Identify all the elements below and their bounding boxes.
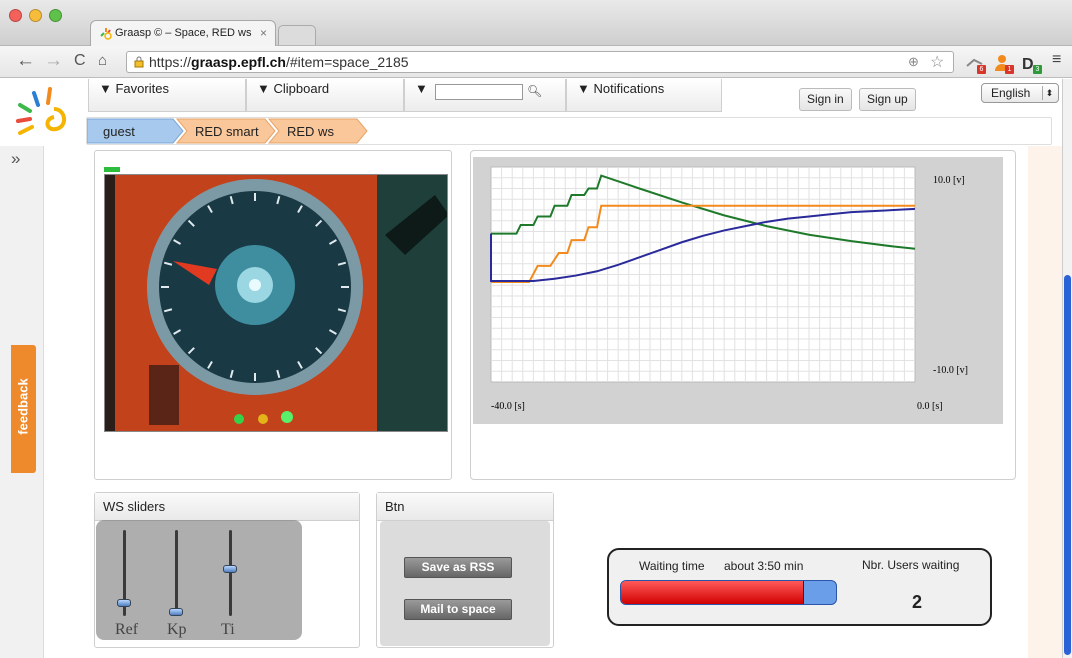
minimize-window-button[interactable] bbox=[29, 9, 42, 22]
clipboard-label: ▼ Clipboard bbox=[257, 81, 330, 96]
slider-label-ref: Ref bbox=[115, 621, 139, 638]
language-value: English bbox=[991, 86, 1031, 100]
slider-track-ti[interactable] bbox=[229, 530, 232, 616]
live-indicator bbox=[104, 167, 120, 172]
language-select[interactable]: English ⬍ bbox=[981, 83, 1059, 103]
slider-track-kp[interactable] bbox=[175, 530, 178, 616]
clipboard-menu[interactable]: ▼ Clipboard bbox=[246, 79, 404, 112]
search-dropdown-arrow[interactable]: ▼ bbox=[415, 81, 428, 96]
reload-icon[interactable]: C bbox=[74, 50, 86, 72]
mail-to-space-button[interactable]: Mail to space bbox=[404, 599, 512, 620]
sign-up-button[interactable]: Sign up bbox=[859, 88, 916, 111]
tab-title: Graasp © – Space, RED ws bbox=[115, 27, 252, 39]
url-host: graasp.epfl.ch bbox=[191, 54, 286, 70]
notifications-label: ▼ Notifications bbox=[577, 81, 665, 96]
browser-window: Graasp © – Space, RED ws × ← → C ⌂ https… bbox=[0, 0, 1072, 658]
x-max-label: 0.0 [s] bbox=[917, 401, 943, 412]
url-scheme: https:// bbox=[149, 54, 192, 70]
svg-text:D: D bbox=[1022, 56, 1034, 73]
breadcrumb: guest RED smart RED ws bbox=[86, 117, 1052, 145]
slider-thumb-ref[interactable] bbox=[117, 599, 131, 608]
d-extension-icon[interactable]: D 3 bbox=[1020, 52, 1042, 74]
url-field[interactable]: https://graasp.epfl.ch/#item=space_2185 bbox=[126, 51, 954, 73]
oscilloscope-chart: 10.0 [v] -10.0 [v] -40.0 [s] 0.0 [s] bbox=[490, 166, 968, 412]
favorites-label: ▼ Favorites bbox=[99, 81, 169, 96]
tab-graasp[interactable]: Graasp © – Space, RED ws × bbox=[90, 20, 276, 46]
waiting-progress-bar bbox=[620, 580, 837, 605]
address-bar: ← → C ⌂ https://graasp.epfl.ch/#item=spa… bbox=[0, 46, 1072, 78]
zoom-window-button[interactable] bbox=[49, 9, 62, 22]
forward-arrow-icon[interactable]: → bbox=[44, 50, 63, 72]
feedback-tab[interactable]: feedback bbox=[11, 345, 36, 473]
extension-badge: 3 bbox=[1033, 65, 1042, 74]
users-waiting-label: Nbr. Users waiting bbox=[862, 558, 960, 572]
menu-icon[interactable]: ≡ bbox=[1052, 51, 1061, 69]
btn-panel-body bbox=[380, 521, 550, 646]
slider-thumb-ti[interactable] bbox=[223, 564, 237, 573]
waiting-time-label: Waiting time bbox=[639, 559, 705, 573]
slider-label-kp: Kp bbox=[167, 621, 187, 638]
notifications-menu[interactable]: ▼ Notifications bbox=[566, 79, 722, 112]
users-waiting-count: 2 bbox=[912, 592, 923, 612]
breadcrumb-red-smart[interactable]: RED smart bbox=[179, 120, 267, 144]
home-icon[interactable]: ⌂ bbox=[98, 50, 107, 72]
user-extension-icon[interactable]: 1 bbox=[992, 52, 1014, 74]
select-arrows-icon: ⬍ bbox=[1042, 86, 1056, 100]
slider-label-ti: Ti bbox=[221, 621, 235, 638]
tab-close-icon[interactable]: × bbox=[260, 21, 267, 45]
waiting-time-value: about 3:50 min bbox=[724, 559, 804, 573]
graasp-extension-icon[interactable]: 6 bbox=[964, 52, 986, 74]
chart-grid bbox=[491, 167, 915, 382]
breadcrumb-guest[interactable]: guest bbox=[87, 120, 135, 144]
lock-icon bbox=[134, 56, 144, 68]
right-margin bbox=[1028, 146, 1062, 658]
feedback-label: feedback bbox=[15, 378, 31, 435]
breadcrumb-red-ws[interactable]: RED ws bbox=[271, 120, 334, 144]
scrollbar-thumb[interactable] bbox=[1064, 275, 1071, 655]
y-min-label: -10.0 [v] bbox=[933, 365, 968, 376]
extension-badge: 6 bbox=[977, 65, 986, 74]
back-arrow-icon[interactable]: ← bbox=[16, 50, 35, 72]
ws-sliders-title: WS sliders bbox=[95, 493, 359, 521]
bookmark-star-icon[interactable]: ☆ bbox=[930, 52, 944, 72]
new-tab-button[interactable] bbox=[278, 25, 316, 45]
search-icon[interactable]: 🔍︎ bbox=[527, 84, 542, 98]
btn-panel-title: Btn bbox=[377, 493, 553, 521]
sign-in-button[interactable]: Sign in bbox=[799, 88, 852, 111]
slider-thumb-kp[interactable] bbox=[169, 607, 183, 616]
close-window-button[interactable] bbox=[9, 9, 22, 22]
y-max-label: 10.0 [v] bbox=[933, 175, 965, 186]
graasp-logo-icon[interactable] bbox=[14, 87, 74, 141]
save-as-rss-button[interactable]: Save as RSS bbox=[404, 557, 512, 578]
favorites-menu[interactable]: ▼ Favorites bbox=[88, 79, 246, 112]
expand-sidebar-icon[interactable]: » bbox=[11, 149, 20, 169]
zoom-icon[interactable]: ⊕ bbox=[908, 54, 919, 70]
extension-badge: 1 bbox=[1005, 65, 1014, 74]
webcam-view bbox=[104, 174, 448, 432]
vertical-scrollbar[interactable] bbox=[1062, 79, 1072, 658]
tab-bar: Graasp © – Space, RED ws × bbox=[0, 0, 1072, 46]
url-path: /#item=space_2185 bbox=[285, 54, 409, 70]
x-min-label: -40.0 [s] bbox=[491, 401, 525, 412]
graasp-favicon-icon bbox=[100, 28, 112, 40]
search-input[interactable] bbox=[435, 84, 523, 100]
waiting-progress-fill bbox=[621, 581, 804, 604]
